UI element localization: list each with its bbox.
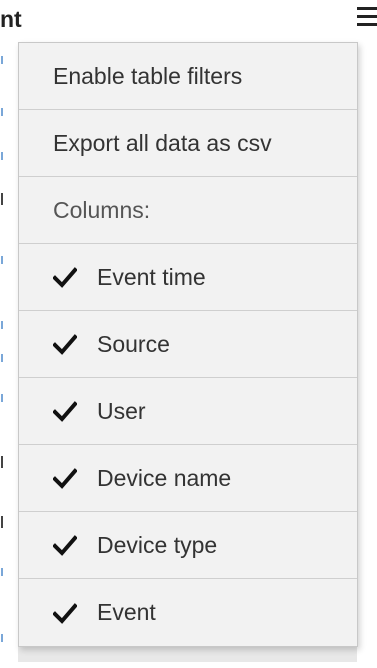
checkmark-icon <box>53 401 77 422</box>
table-edge-mark <box>1 152 3 160</box>
table-edge-mark <box>1 193 3 205</box>
menu-item-label: Export all data as csv <box>53 129 272 156</box>
column-label: Source <box>97 330 170 357</box>
hamburger-line <box>357 22 377 26</box>
background-table-edge <box>0 38 14 658</box>
table-edge-mark <box>1 516 3 528</box>
background-row-strip <box>18 646 357 662</box>
hamburger-menu-icon[interactable] <box>357 4 377 28</box>
column-toggle-event-time[interactable]: Event time <box>19 244 357 311</box>
checkmark-icon <box>53 267 77 288</box>
menu-item-label: Enable table filters <box>53 62 243 89</box>
columns-heading: Columns: <box>19 177 357 244</box>
table-edge-mark <box>1 321 3 329</box>
checkmark-icon <box>53 334 77 355</box>
table-edge-mark <box>1 634 3 642</box>
table-edge-mark <box>1 568 3 576</box>
page-title-fragment: nt <box>0 6 22 32</box>
column-label: Device type <box>97 531 218 558</box>
column-toggle-event[interactable]: Event <box>19 579 357 646</box>
table-edge-mark <box>1 108 3 116</box>
column-toggle-source[interactable]: Source <box>19 311 357 378</box>
table-edge-mark <box>1 394 3 402</box>
column-label: Device name <box>97 464 232 491</box>
checkmark-icon <box>53 468 77 489</box>
columns-heading-label: Columns: <box>53 196 151 223</box>
table-options-menu: Enable table filters Export all data as … <box>18 42 358 647</box>
checkmark-icon <box>53 602 77 624</box>
enable-table-filters-item[interactable]: Enable table filters <box>19 43 357 110</box>
table-edge-mark <box>1 456 3 468</box>
export-csv-item[interactable]: Export all data as csv <box>19 110 357 177</box>
table-edge-mark <box>1 256 3 264</box>
column-label: User <box>97 397 146 424</box>
hamburger-line <box>357 6 377 10</box>
column-label: Event <box>97 599 156 625</box>
column-toggle-user[interactable]: User <box>19 378 357 445</box>
column-toggle-device-name[interactable]: Device name <box>19 445 357 512</box>
checkmark-icon <box>53 535 77 556</box>
table-edge-mark <box>1 354 3 362</box>
column-toggle-device-type[interactable]: Device type <box>19 512 357 579</box>
column-label: Event time <box>97 263 206 290</box>
page: nt Enable table filters Export all data … <box>0 0 377 668</box>
table-edge-mark <box>1 56 3 64</box>
hamburger-line <box>357 14 377 18</box>
